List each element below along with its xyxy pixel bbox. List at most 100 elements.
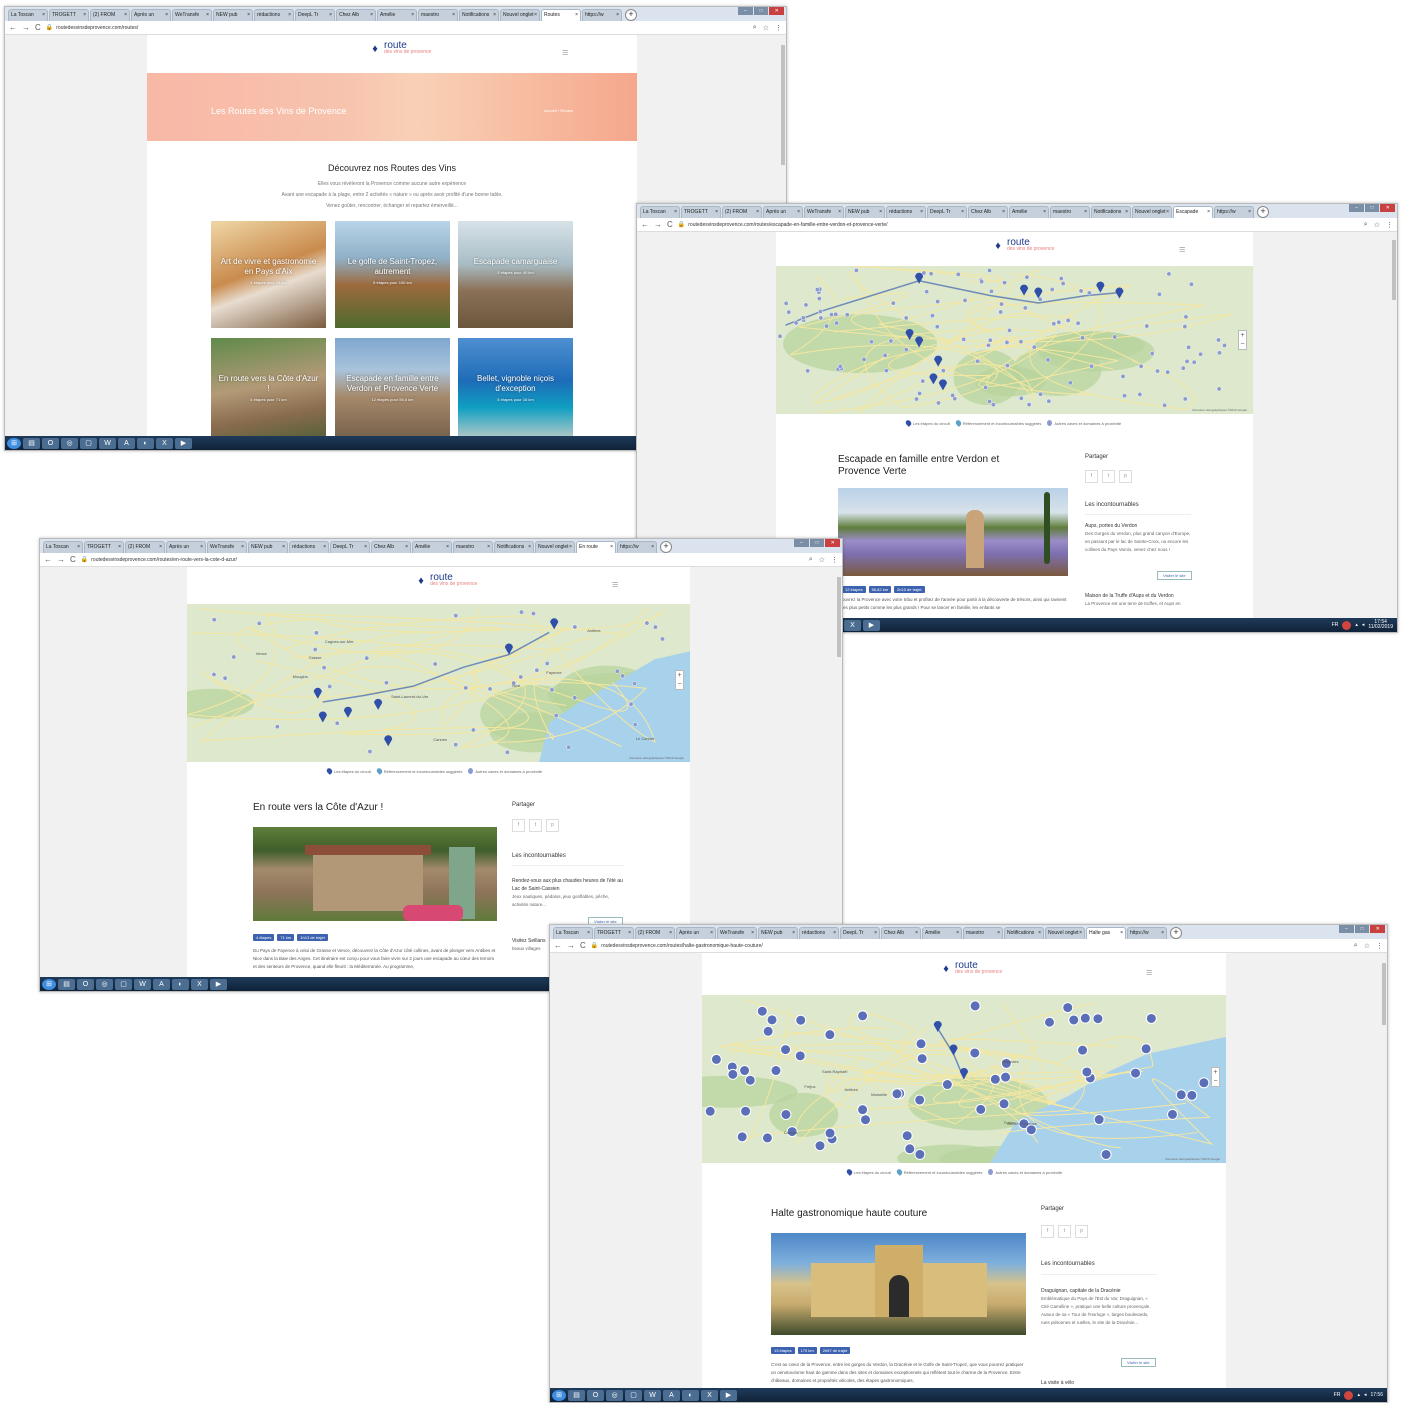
- word-icon[interactable]: W: [644, 1389, 661, 1401]
- close-tab-icon[interactable]: ×: [370, 10, 373, 20]
- page-scrollbar[interactable]: [836, 567, 842, 977]
- browser-tab[interactable]: × Halte gas: [1086, 927, 1126, 939]
- close-tab-icon[interactable]: ×: [159, 542, 162, 552]
- browser-tab[interactable]: × Chez Alb: [371, 541, 411, 553]
- browser-tab[interactable]: × NEW pub: [213, 9, 253, 21]
- browser-tab[interactable]: × NEW pub: [248, 541, 288, 553]
- start-button[interactable]: ⊞: [552, 1389, 566, 1401]
- back-arrow-icon[interactable]: ←: [641, 220, 649, 229]
- language-indicator[interactable]: FR: [1334, 1392, 1341, 1398]
- route-map[interactable]: + − Données cartographiques ©2019 Google …: [187, 604, 690, 762]
- route-map[interactable]: + − Données cartographiques ©2019 Google …: [702, 995, 1226, 1163]
- twitter-icon[interactable]: t: [1058, 1225, 1071, 1238]
- acrobat-icon[interactable]: A: [663, 1389, 680, 1401]
- close-tab-icon[interactable]: ×: [329, 10, 332, 20]
- close-tab-icon[interactable]: ×: [961, 207, 964, 217]
- browser-tab[interactable]: × https://w: [1214, 206, 1254, 218]
- close-tab-icon[interactable]: ×: [124, 10, 127, 20]
- menu-dots-icon[interactable]: ⋮: [831, 556, 838, 564]
- forward-arrow-icon[interactable]: →: [57, 555, 65, 564]
- media-icon[interactable]: ▶: [863, 619, 880, 631]
- browser-tab[interactable]: × rédactions: [289, 541, 329, 553]
- browser-tab[interactable]: × maestro: [963, 927, 1003, 939]
- route-card[interactable]: Escapade en famille entre Verdon et Prov…: [335, 338, 450, 445]
- browser-tab[interactable]: × Après un: [131, 9, 171, 21]
- close-tab-icon[interactable]: ×: [715, 207, 718, 217]
- address-bar[interactable]: ← → C 🔒 routedesvinsdeprovence.com/route…: [40, 553, 842, 567]
- window-controls[interactable]: – □ ✕: [738, 7, 785, 17]
- search-icon[interactable]: ⌕: [1354, 942, 1358, 950]
- pinterest-icon[interactable]: p: [546, 819, 559, 832]
- site-logo[interactable]: ♦ route des vins de provence: [992, 238, 1054, 253]
- close-tab-icon[interactable]: ×: [833, 928, 836, 938]
- facebook-icon[interactable]: f: [1085, 470, 1098, 483]
- page-scrollbar[interactable]: [1391, 232, 1397, 618]
- close-tab-icon[interactable]: ×: [1161, 928, 1164, 938]
- browser-tab[interactable]: × DeepL Tr: [840, 927, 880, 939]
- excel-icon[interactable]: X: [191, 978, 208, 990]
- close-tab-icon[interactable]: ×: [1043, 207, 1046, 217]
- route-card[interactable]: Bellet, vignoble niçois d'exception 5 éta…: [458, 338, 573, 445]
- close-tab-icon[interactable]: ×: [920, 207, 923, 217]
- close-tab-icon[interactable]: ×: [575, 10, 578, 20]
- browser-tab[interactable]: × https://w: [617, 541, 657, 553]
- reload-icon[interactable]: C: [70, 555, 76, 564]
- browser-tab[interactable]: × La Toscan: [553, 927, 593, 939]
- route-card[interactable]: Le golfe de Saint-Tropez, autrement 5 éta…: [335, 221, 450, 328]
- close-tab-icon[interactable]: ×: [83, 10, 86, 20]
- security-icon[interactable]: [1342, 620, 1352, 630]
- zoom-out-button[interactable]: −: [1212, 1077, 1219, 1086]
- folder-icon[interactable]: ▢: [625, 1389, 642, 1401]
- explorer-icon[interactable]: ▤: [568, 1389, 585, 1401]
- window-controls[interactable]: – □ ✕: [1349, 204, 1396, 214]
- browser-tab[interactable]: × TROGETT: [594, 927, 634, 939]
- search-icon[interactable]: ⌕: [809, 556, 813, 564]
- browser-tab[interactable]: × (2) FROM: [125, 541, 165, 553]
- browser-tab[interactable]: × https://w: [582, 9, 622, 21]
- new-tab-button[interactable]: +: [1170, 927, 1182, 939]
- back-arrow-icon[interactable]: ←: [9, 23, 17, 32]
- browser-tab[interactable]: × rédactions: [254, 9, 294, 21]
- close-tab-icon[interactable]: ×: [282, 542, 285, 552]
- close-tab-icon[interactable]: ×: [411, 10, 414, 20]
- close-tab-icon[interactable]: ×: [1079, 928, 1082, 938]
- close-tab-icon[interactable]: ×: [241, 542, 244, 552]
- browser-tab[interactable]: × En route: [576, 541, 616, 553]
- hamburger-icon[interactable]: ≡: [1179, 244, 1185, 256]
- media-icon[interactable]: ▶: [175, 437, 192, 449]
- start-button[interactable]: ⊞: [7, 437, 21, 449]
- address-bar[interactable]: ← → C 🔒 routedesvinsdeprovence.com/route…: [5, 21, 786, 35]
- browser-tab[interactable]: × Amélie: [1009, 206, 1049, 218]
- reload-icon[interactable]: C: [667, 220, 673, 229]
- close-tab-icon[interactable]: ×: [452, 10, 455, 20]
- close-tab-icon[interactable]: ×: [587, 928, 590, 938]
- close-tab-icon[interactable]: ×: [1120, 928, 1123, 938]
- close-tab-icon[interactable]: ×: [751, 928, 754, 938]
- word-icon[interactable]: W: [99, 437, 116, 449]
- browser-tab[interactable]: × maestro: [418, 9, 458, 21]
- chrome-icon[interactable]: ◎: [96, 978, 113, 990]
- close-tab-icon[interactable]: ×: [616, 10, 619, 20]
- close-tab-icon[interactable]: ×: [838, 207, 841, 217]
- star-icon[interactable]: ☆: [1374, 221, 1380, 229]
- outlook-icon[interactable]: O: [42, 437, 59, 449]
- close-tab-icon[interactable]: ×: [1248, 207, 1251, 217]
- hamburger-icon[interactable]: ≡: [1146, 967, 1152, 979]
- browser-tab[interactable]: × Après un: [166, 541, 206, 553]
- close-tab-icon[interactable]: ×: [1125, 207, 1128, 217]
- network-icon[interactable]: ▴: [1355, 622, 1358, 628]
- reload-icon[interactable]: C: [35, 23, 41, 32]
- browser-tab[interactable]: × maestro: [453, 541, 493, 553]
- site-logo[interactable]: ♦ route des vins de provence: [415, 573, 477, 588]
- close-tab-icon[interactable]: ×: [165, 10, 168, 20]
- language-indicator[interactable]: FR: [1332, 622, 1339, 628]
- close-tab-icon[interactable]: ×: [710, 928, 713, 938]
- volume-icon[interactable]: ◂: [1364, 1392, 1367, 1398]
- close-tab-icon[interactable]: ×: [997, 928, 1000, 938]
- close-tab-icon[interactable]: ×: [792, 928, 795, 938]
- close-tab-icon[interactable]: ×: [487, 542, 490, 552]
- pinterest-icon[interactable]: p: [1075, 1225, 1088, 1238]
- app-icon[interactable]: ◐: [137, 437, 154, 449]
- close-tab-icon[interactable]: ×: [528, 542, 531, 552]
- zoom-in-button[interactable]: +: [676, 671, 683, 680]
